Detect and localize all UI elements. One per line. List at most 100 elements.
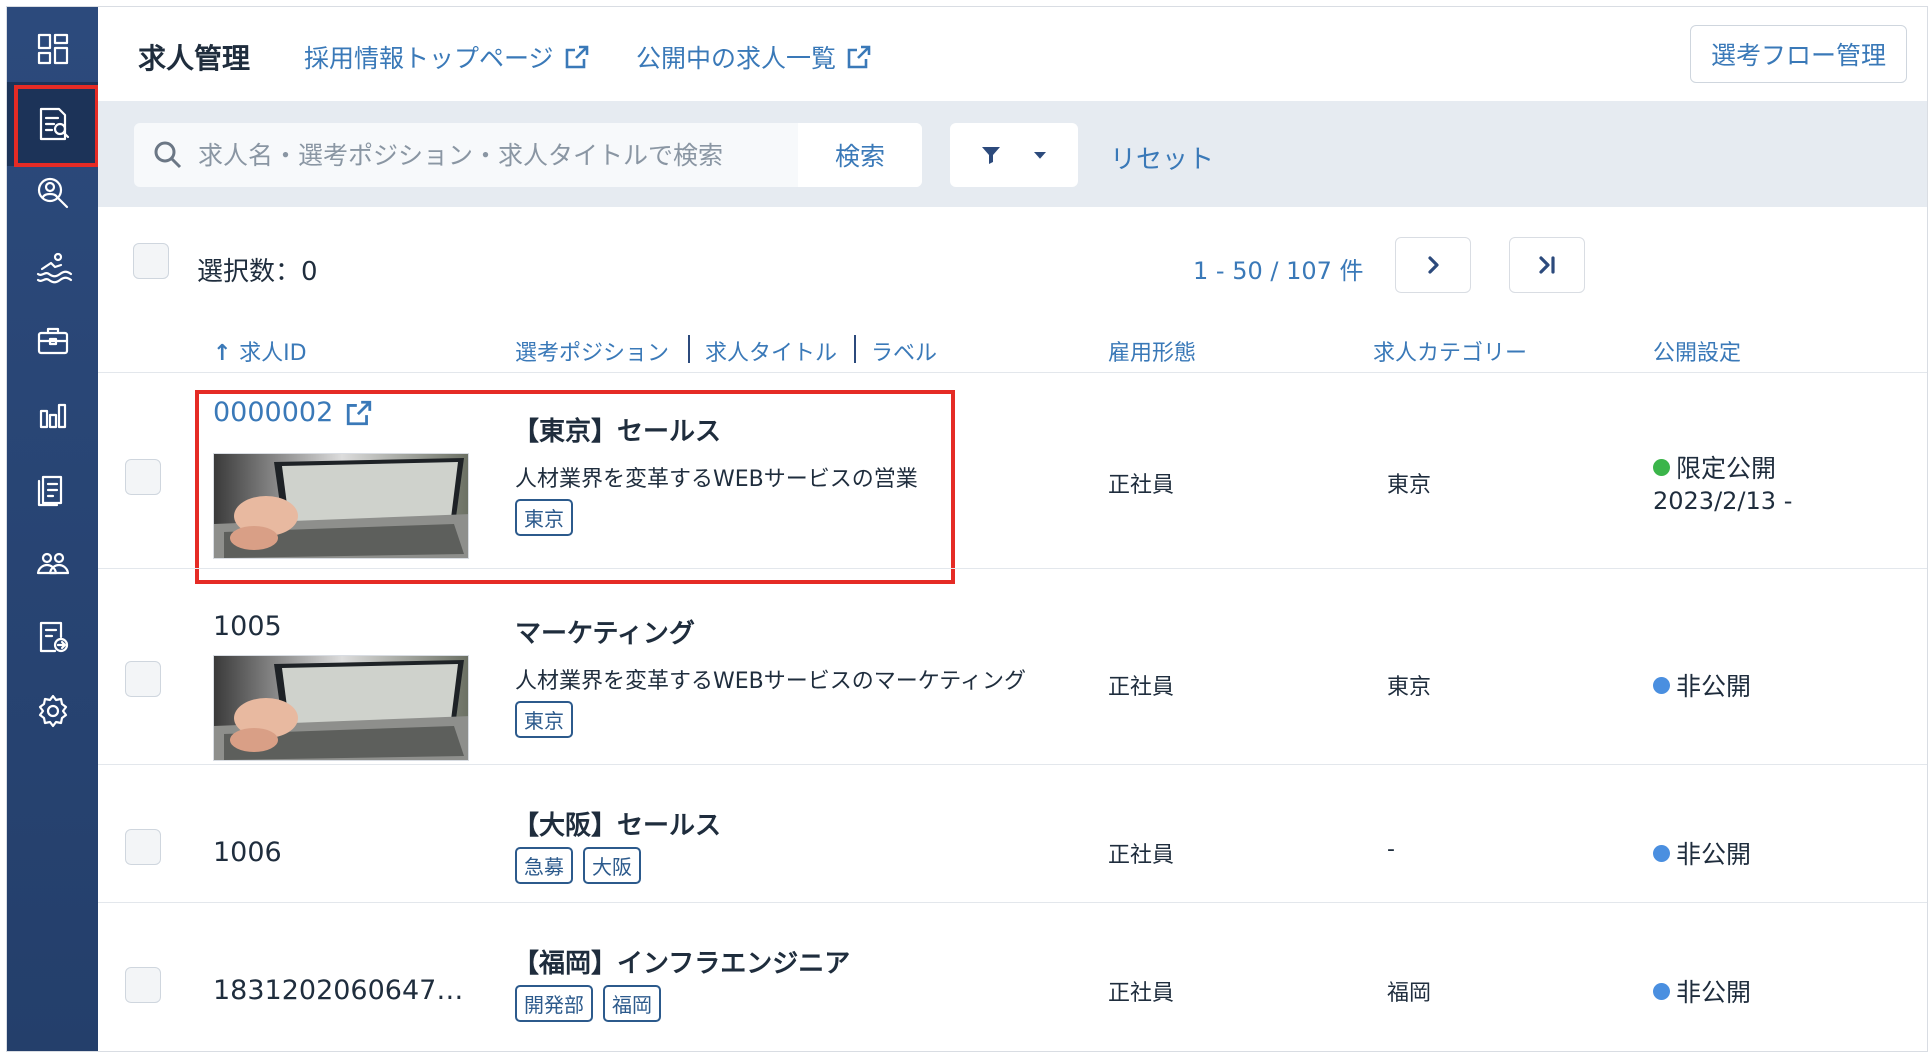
row-checkbox[interactable] (125, 459, 161, 495)
sidebar (7, 7, 99, 1051)
sidebar-item-briefcase[interactable] (7, 299, 98, 383)
job-thumbnail (213, 655, 469, 761)
job-title: 人材業界を変革するWEBサービスの営業 (515, 467, 918, 492)
status-label: 非公開 (1676, 978, 1752, 1007)
search-button[interactable]: 検索 (798, 123, 922, 187)
bar-chart-icon (39, 403, 66, 429)
row-checkbox[interactable] (125, 661, 161, 697)
job-id: 1831202060647… (213, 975, 464, 1006)
label-tag: 東京 (515, 701, 573, 738)
employment-type: 正社員 (1108, 675, 1175, 700)
publish-status: 非公開 (1653, 835, 1751, 871)
job-category: 東京 (1387, 473, 1432, 498)
column-divider (854, 335, 856, 363)
filter-dropdown-button[interactable] (950, 123, 1078, 187)
column-header-label[interactable]: ラベル (871, 335, 937, 367)
external-link-icon (565, 45, 588, 69)
job-position: 【大阪】セールス (513, 811, 722, 841)
app-window: 求人管理 採用情報トップページ 公開中の求人一覧 選考フロー管理 検索 リセット… (6, 6, 1928, 1052)
public-jobs-link-label: 公開中の求人一覧 (636, 44, 837, 73)
page-title: 求人管理 (138, 42, 251, 75)
sidebar-item-export[interactable] (7, 595, 98, 679)
sidebar-item-dashboard[interactable] (7, 7, 98, 91)
status-dot (1653, 458, 1670, 476)
column-header-category[interactable]: 求人カテゴリー (1373, 335, 1527, 367)
job-position: マーケティング (515, 619, 695, 649)
column-header-id[interactable]: ↑ 求人ID (213, 335, 307, 367)
column-divider (688, 335, 690, 363)
job-category: 福岡 (1387, 981, 1432, 1006)
sort-ascending-icon: ↑ (213, 341, 240, 366)
column-header-title[interactable]: 求人タイトル (705, 335, 837, 367)
candidate-search-icon (37, 177, 68, 209)
employment-type: 正社員 (1108, 473, 1175, 498)
label-tag: 急募 (515, 847, 573, 884)
careers-top-link-label: 採用情報トップページ (304, 44, 554, 73)
search-bar: 検索 リセット (98, 101, 1927, 207)
briefcase-icon (37, 327, 68, 355)
search-icon (152, 139, 184, 171)
last-page-icon (1539, 256, 1555, 274)
label-tag: 福岡 (603, 985, 661, 1022)
status-dot (1653, 676, 1670, 694)
sidebar-item-analytics[interactable] (7, 373, 98, 457)
filter-icon (982, 147, 1000, 164)
row-checkbox[interactable] (125, 829, 161, 865)
chevron-down-icon (1034, 152, 1046, 159)
external-link-icon (847, 45, 871, 69)
laptop-photo (214, 454, 468, 558)
publish-status: 非公開 (1653, 667, 1751, 703)
sidebar-item-users[interactable] (7, 521, 98, 605)
job-position: 【東京】セールス (513, 417, 722, 447)
job-title: 人材業界を変革するWEBサービスのマーケティング (515, 669, 1026, 694)
status-label: 非公開 (1676, 840, 1752, 869)
tag-list: 東京 (515, 701, 573, 738)
job-thumbnail (213, 453, 469, 559)
selection-flow-button[interactable]: 選考フロー管理 (1689, 25, 1907, 83)
document-export-icon (39, 621, 68, 653)
external-link-icon (347, 400, 372, 425)
sidebar-item-settings[interactable] (7, 669, 98, 753)
sidebar-item-candidate-search[interactable] (7, 151, 98, 235)
search-input[interactable] (198, 123, 788, 187)
careers-top-link[interactable]: 採用情報トップページ (304, 39, 590, 75)
sidebar-item-documents[interactable] (7, 447, 98, 531)
employment-type: 正社員 (1108, 843, 1175, 868)
search-box: 検索 (134, 123, 922, 187)
job-id: 0000002 (213, 397, 334, 428)
chevron-right-icon (1428, 256, 1439, 274)
dashboard-icon (37, 33, 68, 65)
job-id: 1005 (213, 611, 282, 642)
label-tag: 東京 (515, 499, 573, 536)
swimmer-icon (36, 252, 72, 284)
tag-list: 急募 大阪 (515, 847, 641, 884)
employment-type: 正社員 (1108, 981, 1175, 1006)
next-page-button[interactable] (1395, 237, 1471, 293)
label-tag: 開発部 (515, 985, 593, 1022)
column-header-publish[interactable]: 公開設定 (1653, 335, 1741, 367)
reset-link[interactable]: リセット (1110, 139, 1214, 176)
sidebar-item-swim[interactable] (7, 224, 98, 308)
select-all-checkbox[interactable] (133, 243, 169, 279)
job-id-link[interactable]: 0000002 (213, 397, 373, 428)
column-header-position[interactable]: 選考ポジション (515, 335, 669, 367)
status-label: 限定公開 (1676, 454, 1777, 483)
job-list-icon (39, 107, 69, 141)
row-checkbox[interactable] (125, 967, 161, 1003)
pagination-info: 1 - 50 / 107 件 (1193, 257, 1364, 285)
laptop-photo (214, 656, 468, 760)
job-position: 【福岡】インフラエンジニア (513, 949, 851, 979)
public-jobs-link[interactable]: 公開中の求人一覧 (636, 39, 872, 75)
users-icon (36, 552, 69, 575)
table-row[interactable] (98, 764, 1927, 902)
status-label: 非公開 (1676, 672, 1752, 701)
column-header-employment[interactable]: 雇用形態 (1108, 335, 1196, 367)
tag-list: 東京 (515, 499, 573, 536)
column-header-id-label: 求人ID (239, 341, 307, 366)
selected-count: 選択数：0 (197, 257, 318, 287)
last-page-button[interactable] (1509, 237, 1585, 293)
status-dot (1653, 844, 1670, 862)
gear-icon (38, 694, 67, 728)
page-header: 求人管理 採用情報トップページ 公開中の求人一覧 選考フロー管理 (98, 7, 1927, 101)
label-tag: 大阪 (583, 847, 641, 884)
